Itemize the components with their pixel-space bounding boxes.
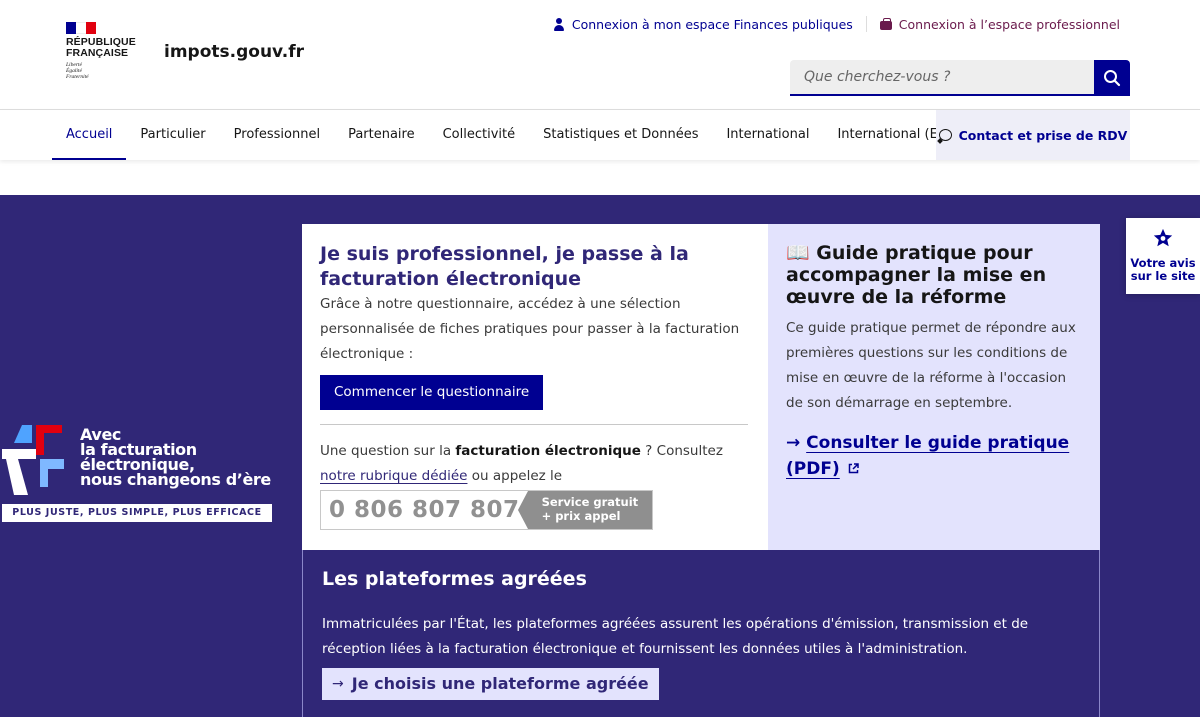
platforms-card: Les plateformes agréées Immatriculées pa… [302, 550, 1100, 717]
nav-item-particulier[interactable]: Particulier [126, 110, 219, 160]
guide-card-text: Ce guide pratique permet de répondre aux… [786, 320, 1076, 411]
site-header: RÉPUBLIQUE FRANÇAISE Liberté Égalité Fra… [0, 0, 1200, 110]
dedicated-section-link[interactable]: notre rubrique dédiée [320, 468, 467, 484]
chat-bubble-icon [938, 129, 952, 141]
start-questionnaire-button[interactable]: Commencer le questionnaire [320, 375, 544, 410]
divider [865, 16, 867, 32]
top-links: Connexion à mon espace Finances publique… [553, 16, 1120, 32]
pro-space-link[interactable]: Connexion à l’espace professionnel [879, 16, 1120, 32]
phone-pricing-tag: Service gratuit + prix appel [517, 491, 653, 529]
nav-item-partenaire[interactable]: Partenaire [334, 110, 429, 160]
french-flag-icon [66, 22, 96, 34]
nav-item-accueil[interactable]: Accueil [52, 110, 127, 160]
platforms-title: Les plateformes agréées [322, 568, 587, 590]
phone-number-badge: 0 806 807 807 Service gratuit + prix app… [320, 490, 654, 530]
choose-platform-button[interactable]: → Je choisis une plateforme agréée [322, 668, 659, 700]
pro-card-title: Je suis professionnel, je passe à la fac… [320, 243, 689, 290]
republique-francaise-logo[interactable]: RÉPUBLIQUE FRANÇAISE Liberté Égalité Fra… [66, 22, 146, 80]
star-icon [1153, 228, 1173, 247]
choose-platform-label: Je choisis une plateforme agréée [351, 674, 649, 693]
arrow-right-icon: → [786, 433, 801, 453]
consult-guide-label: Consulter le guide pratique (PDF) [786, 433, 1070, 479]
personal-space-link[interactable]: Connexion à mon espace Finances publique… [553, 17, 853, 32]
search-input[interactable] [790, 60, 1094, 96]
nav-items: Accueil Particulier Professionnel Partenair… [52, 110, 967, 160]
guide-card: 📖 Guide pratique pour accompagner la mis… [768, 224, 1100, 550]
banner-tagline: PLUS JUSTE, PLUS SIMPLE, PLUS EFFICACE [2, 504, 272, 522]
pro-card-text: Grâce à notre questionnaire, accédez à u… [320, 296, 740, 362]
nav-item-statistiques-et-donnees[interactable]: Statistiques et Données [529, 110, 712, 160]
external-link-icon [848, 463, 859, 474]
divider [320, 424, 748, 425]
republic-motto: Liberté Égalité Fraternité [66, 62, 89, 80]
personal-space-label: Connexion à mon espace Finances publique… [571, 16, 853, 32]
feedback-label: Votre avis sur le site [1130, 256, 1196, 283]
arrow-right-icon: → [332, 676, 344, 692]
guide-card-title: 📖 Guide pratique pour accompagner la mis… [786, 242, 1047, 308]
site-name[interactable]: impots.gouv.fr [164, 42, 304, 62]
pro-space-label: Connexion à l’espace professionnel [898, 16, 1120, 32]
platforms-text: Immatriculées par l'État, les plateforme… [322, 616, 1029, 657]
consult-guide-link[interactable]: → Consulter le guide pratique (PDF) [786, 430, 1086, 482]
e-invoicing-logo-icon [2, 425, 64, 495]
user-icon [553, 17, 565, 31]
search-icon [1104, 70, 1121, 87]
search-bar [790, 60, 1130, 96]
phone-number: 0 806 807 807 [321, 491, 528, 529]
banner-headline: Avec la facturation électronique, nous c… [80, 425, 271, 489]
nav-item-collectivite[interactable]: Collectivité [429, 110, 530, 160]
briefcase-icon [879, 17, 892, 31]
main-navigation: Accueil Particulier Professionnel Partenair… [0, 110, 1200, 160]
search-button[interactable] [1094, 60, 1130, 96]
contact-rdv-label: Contact et prise de RDV [958, 127, 1128, 143]
feedback-widget[interactable]: Votre avis sur le site [1126, 218, 1200, 294]
contact-rdv-button[interactable]: Contact et prise de RDV [936, 110, 1130, 160]
nav-item-international[interactable]: International [712, 110, 823, 160]
book-icon: 📖 [786, 242, 810, 264]
pro-card: Je suis professionnel, je passe à la fac… [302, 224, 768, 550]
nav-item-professionnel[interactable]: Professionnel [220, 110, 334, 160]
question-text: Une question sur la facturation électron… [320, 443, 723, 484]
republic-name: RÉPUBLIQUE FRANÇAISE [66, 36, 136, 59]
